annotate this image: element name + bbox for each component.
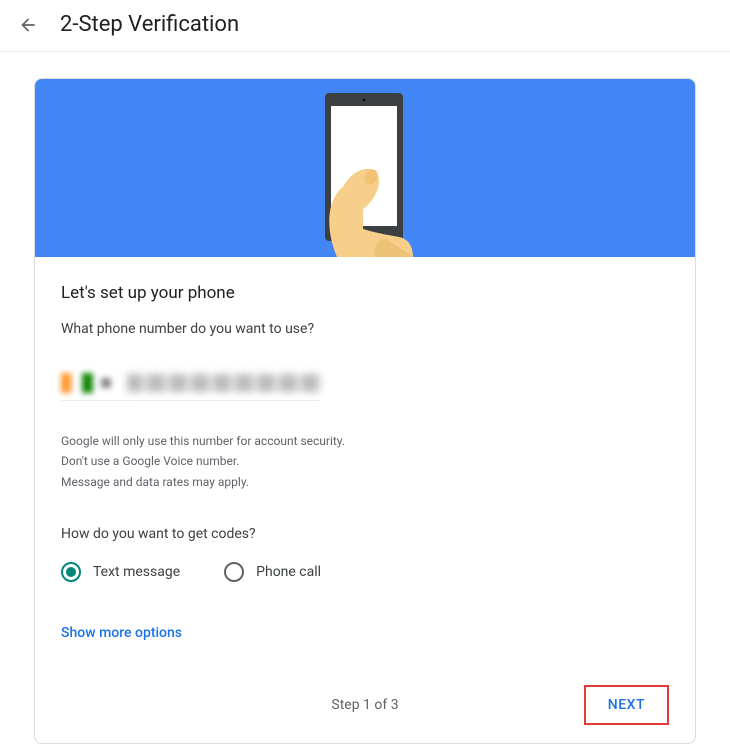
disclaimer-line-1: Google will only use this number for acc… — [61, 431, 669, 451]
step-indicator: Step 1 of 3 — [331, 697, 398, 713]
setup-card: Let's set up your phone What phone numbe… — [34, 78, 696, 744]
phone-input[interactable] — [61, 365, 321, 401]
card-content: Let's set up your phone What phone numbe… — [35, 257, 695, 743]
radio-selected-icon — [61, 562, 81, 582]
radio-unselected-icon — [224, 562, 244, 582]
radio-group: Text message Phone call — [61, 562, 669, 582]
disclaimer-line-3: Message and data rates may apply. — [61, 472, 669, 492]
dropdown-caret-icon — [101, 378, 111, 388]
radio-label-text-message: Text message — [93, 564, 180, 580]
disclaimer-line-2: Don't use a Google Voice number. — [61, 451, 669, 471]
hero-illustration — [35, 79, 695, 257]
section-heading: Let's set up your phone — [61, 283, 669, 303]
phone-number-field — [127, 374, 321, 392]
radio-label-phone-call: Phone call — [256, 564, 321, 580]
phone-question: What phone number do you want to use? — [61, 321, 669, 337]
radio-text-message[interactable]: Text message — [61, 562, 180, 582]
country-flag-icon — [61, 373, 93, 393]
disclaimer-block: Google will only use this number for acc… — [61, 431, 669, 492]
show-more-options-link[interactable]: Show more options — [61, 625, 182, 641]
header-bar: 2-Step Verification — [0, 0, 730, 52]
back-arrow-icon[interactable] — [16, 13, 40, 37]
radio-phone-call[interactable]: Phone call — [224, 562, 321, 582]
footer-row: Step 1 of 3 NEXT — [61, 685, 669, 725]
page-title: 2-Step Verification — [60, 12, 239, 37]
codes-question: How do you want to get codes? — [61, 526, 669, 542]
next-button[interactable]: NEXT — [584, 685, 669, 725]
